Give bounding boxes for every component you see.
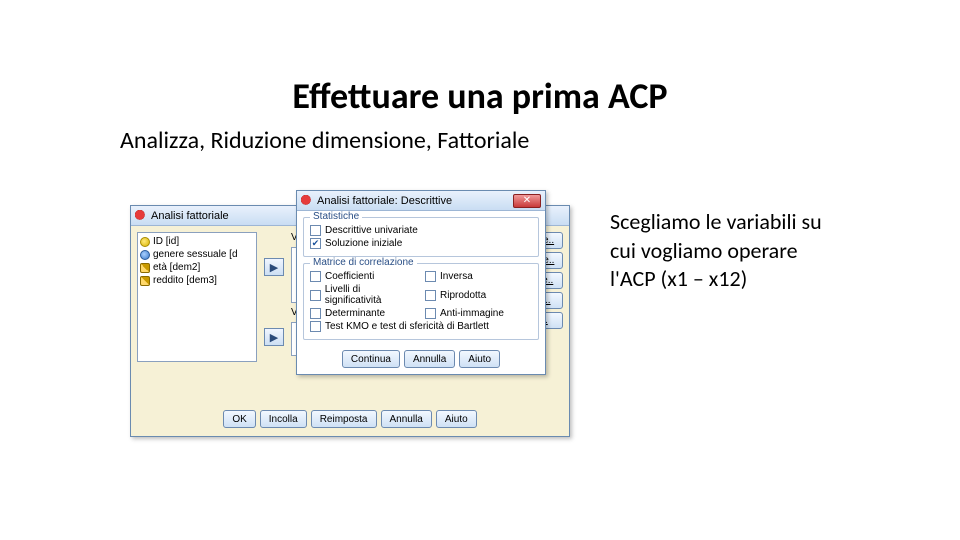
- var-label: genere sessuale [d: [153, 249, 238, 260]
- var-label: reddito [dem3]: [153, 275, 217, 286]
- checkbox-label: Soluzione iniziale: [325, 238, 402, 249]
- dialog-title: Analisi fattoriale: Descrittive: [317, 195, 452, 207]
- scale-icon: [140, 263, 150, 273]
- annulla-button[interactable]: Annulla: [381, 410, 432, 428]
- checkbox-label: Livelli di significatività: [325, 284, 417, 306]
- aiuto-button[interactable]: Aiuto: [436, 410, 477, 428]
- checkbox-icon: [425, 308, 436, 319]
- checkbox-kmo-bartlett[interactable]: Test KMO e test di sfericità di Bartlett: [310, 320, 532, 333]
- checkbox-icon: [425, 271, 436, 282]
- checkbox-label: Descrittive univariate: [325, 225, 418, 236]
- app-icon: [135, 210, 147, 222]
- move-right-button[interactable]: ▶: [264, 328, 284, 346]
- group-title: Statistiche: [310, 211, 362, 222]
- dialog-stage: Analisi fattoriale ID [id] genere sessua…: [130, 200, 590, 460]
- annulla-button[interactable]: Annulla: [404, 350, 455, 368]
- checkbox-label: Inversa: [440, 271, 473, 282]
- reimposta-button[interactable]: Reimposta: [311, 410, 377, 428]
- list-item[interactable]: reddito [dem3]: [140, 274, 254, 287]
- scale-icon: [140, 276, 150, 286]
- checkbox-label: Riprodotta: [440, 290, 486, 301]
- ok-button[interactable]: OK: [223, 410, 255, 428]
- close-button[interactable]: ✕: [513, 194, 541, 208]
- checkbox-descrittive-univariate[interactable]: Descrittive univariate: [310, 224, 532, 237]
- app-icon: [301, 195, 313, 207]
- dialog-title: Analisi fattoriale: [151, 210, 229, 222]
- dialog-descrittive: Analisi fattoriale: Descrittive ✕ Statis…: [296, 190, 546, 375]
- checkbox-inversa[interactable]: Inversa: [425, 270, 532, 283]
- incolla-button[interactable]: Incolla: [260, 410, 307, 428]
- checkbox-icon: [310, 321, 321, 332]
- variable-list[interactable]: ID [id] genere sessuale [d età [dem2] re…: [137, 232, 257, 362]
- list-item[interactable]: età [dem2]: [140, 261, 254, 274]
- checkbox-icon: [425, 290, 436, 301]
- checkbox-riprodotta[interactable]: Riprodotta: [425, 283, 532, 307]
- checkbox-determinante[interactable]: Determinante: [310, 307, 417, 320]
- var-label: ID [id]: [153, 236, 179, 247]
- list-item[interactable]: ID [id]: [140, 235, 254, 248]
- slide-caption: Scegliamo le variabili su cui vogliamo o…: [610, 208, 830, 294]
- continua-button[interactable]: Continua: [342, 350, 400, 368]
- checkbox-coefficienti[interactable]: Coefficienti: [310, 270, 417, 283]
- titlebar[interactable]: Analisi fattoriale: Descrittive ✕: [297, 191, 545, 211]
- slide-subtitle: Analizza, Riduzione dimensione, Fattoria…: [120, 126, 960, 155]
- checkbox-label: Anti-immagine: [440, 308, 504, 319]
- var-label: età [dem2]: [153, 262, 200, 273]
- nominal-icon: [140, 250, 150, 260]
- checkbox-label: Coefficienti: [325, 271, 374, 282]
- slide-title: Effettuare una prima ACP: [0, 0, 960, 118]
- group-statistiche: Statistiche Descrittive univariate ✔ Sol…: [303, 217, 539, 257]
- checkbox-icon: [310, 225, 321, 236]
- checkbox-icon: ✔: [310, 238, 321, 249]
- checkbox-label: Test KMO e test di sfericità di Bartlett: [325, 321, 489, 332]
- checkbox-label: Determinante: [325, 308, 385, 319]
- checkbox-soluzione-iniziale[interactable]: ✔ Soluzione iniziale: [310, 237, 532, 250]
- aiuto-button[interactable]: Aiuto: [459, 350, 500, 368]
- checkbox-icon: [310, 308, 321, 319]
- group-title: Matrice di correlazione: [310, 257, 417, 268]
- move-right-button[interactable]: ▶: [264, 258, 284, 276]
- checkbox-icon: [310, 290, 321, 301]
- checkbox-icon: [310, 271, 321, 282]
- group-matrice-correlazione: Matrice di correlazione Coefficienti Inv…: [303, 263, 539, 340]
- scale-icon: [140, 237, 150, 247]
- checkbox-anti-immagine[interactable]: Anti-immagine: [425, 307, 532, 320]
- list-item[interactable]: genere sessuale [d: [140, 248, 254, 261]
- checkbox-significativita[interactable]: Livelli di significatività: [310, 283, 417, 307]
